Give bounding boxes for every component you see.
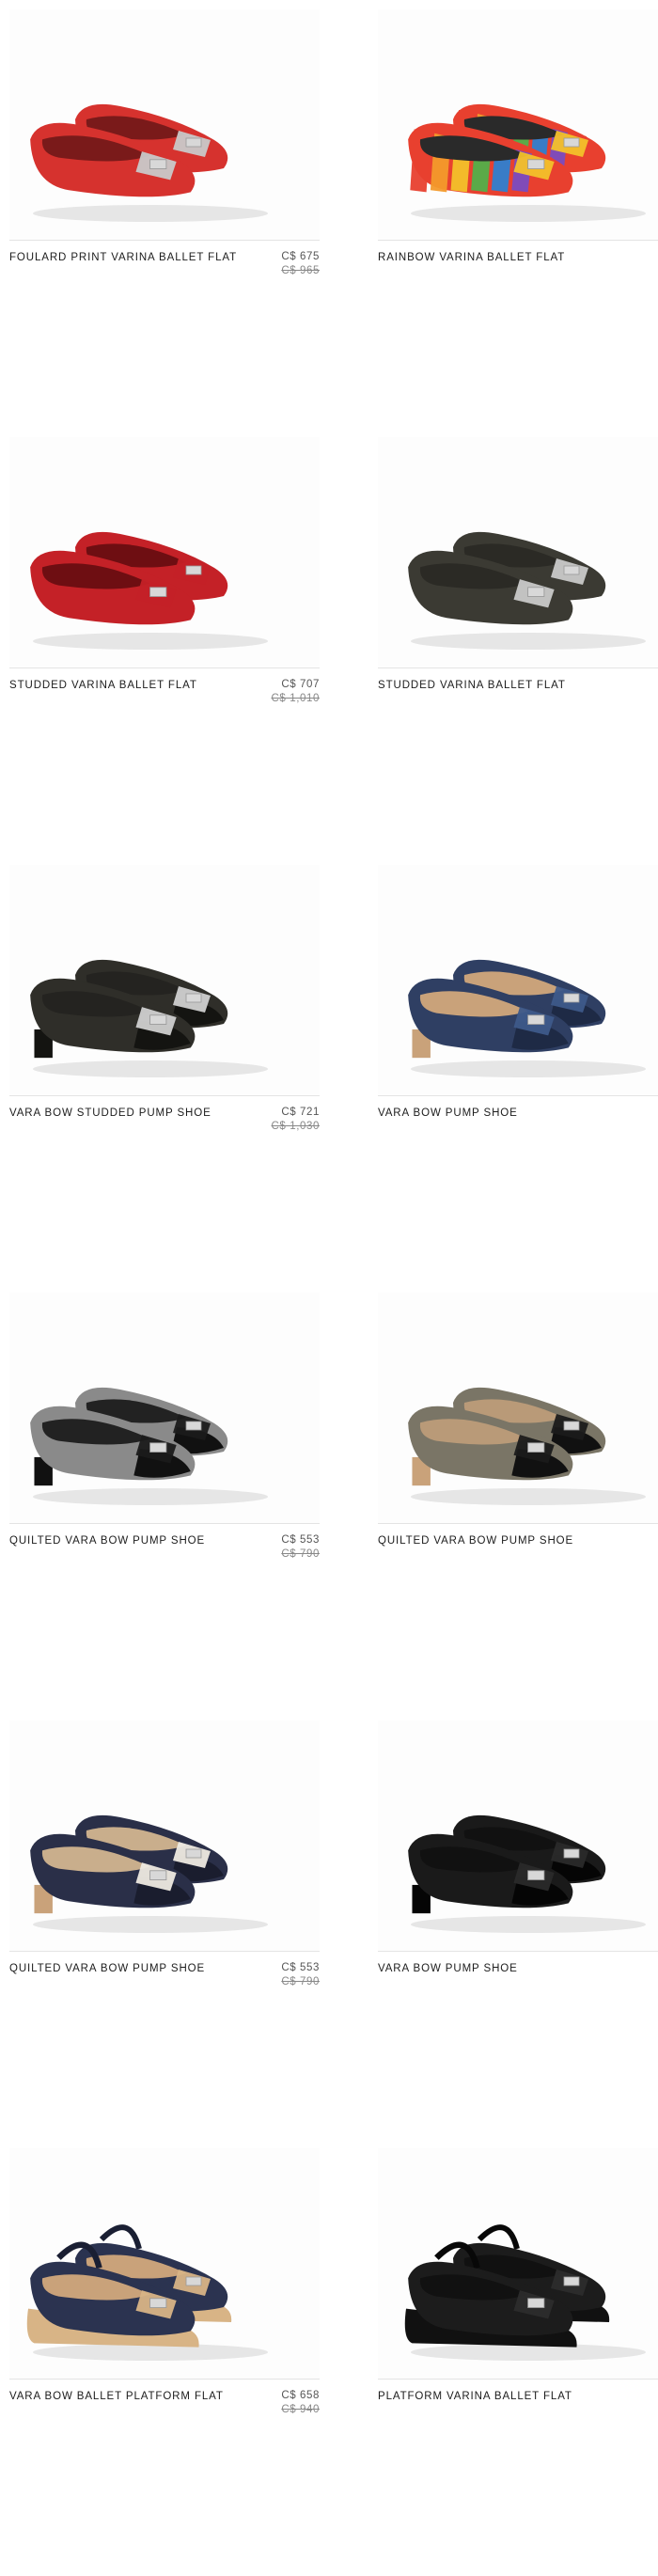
product-name[interactable]: QUILTED VARA BOW PUMP SHOE xyxy=(9,1963,244,1974)
shoe-illustration-icon xyxy=(30,1814,268,1933)
shoe-illustration-icon xyxy=(30,531,268,650)
product-image[interactable] xyxy=(378,1293,658,1523)
product-price: C$ 721 xyxy=(281,1107,320,1118)
product-name[interactable]: FOULARD PRINT VARINA BALLET FLAT xyxy=(9,252,244,263)
product-image[interactable] xyxy=(9,2148,320,2379)
divider xyxy=(378,1951,658,1952)
product-original-price: C$ 790 xyxy=(281,1548,320,1560)
product-card-11[interactable]: VARA BOW BALLET PLATFORM FLAT C$ 658 C$ … xyxy=(9,2148,320,2576)
product-image[interactable] xyxy=(378,437,658,668)
divider xyxy=(378,2379,658,2380)
product-card-1[interactable]: FOULARD PRINT VARINA BALLET FLAT C$ 675 … xyxy=(9,9,320,437)
product-name[interactable]: VARA BOW PUMP SHOE xyxy=(378,1107,613,1119)
product-card-7[interactable]: QUILTED VARA BOW PUMP SHOE C$ 553 C$ 790 xyxy=(9,1293,320,1720)
shoe-illustration-icon xyxy=(408,103,646,222)
divider xyxy=(9,1095,320,1096)
product-card-2[interactable]: RAINBOW VARINA BALLET FLAT C$ 5 C$ 7 xyxy=(378,9,658,437)
product-original-price: C$ 1,030 xyxy=(271,1121,320,1132)
shoe-illustration-icon xyxy=(30,1387,268,1505)
product-name[interactable]: STUDDED VARINA BALLET FLAT xyxy=(378,680,613,691)
product-name[interactable]: VARA BOW BALLET PLATFORM FLAT xyxy=(9,2391,244,2402)
product-card-12[interactable]: PLATFORM VARINA BALLET FLAT C$ 6 xyxy=(378,2148,658,2576)
product-grid: FOULARD PRINT VARINA BALLET FLAT C$ 675 … xyxy=(0,0,658,2415)
product-original-price: C$ 1,010 xyxy=(271,693,320,704)
shoe-illustration-icon xyxy=(30,959,268,1077)
divider xyxy=(9,1951,320,1952)
product-name[interactable]: RAINBOW VARINA BALLET FLAT xyxy=(378,252,613,263)
product-card-5[interactable]: VARA BOW STUDDED PUMP SHOE C$ 721 C$ 1,0… xyxy=(9,865,320,1293)
product-image[interactable] xyxy=(9,437,320,668)
product-price: C$ 658 xyxy=(281,2390,320,2401)
product-image[interactable] xyxy=(378,2148,658,2379)
product-card-4[interactable]: STUDDED VARINA BALLET FLAT C$ 7 C$ 1, xyxy=(378,437,658,865)
product-name[interactable]: QUILTED VARA BOW PUMP SHOE xyxy=(378,1535,613,1547)
product-name[interactable]: PLATFORM VARINA BALLET FLAT xyxy=(378,2391,613,2402)
product-card-10[interactable]: VARA BOW PUMP SHOE C$ 5 C$ 7 xyxy=(378,1720,658,2148)
product-price: C$ 553 xyxy=(281,1962,320,1973)
shoe-illustration-icon xyxy=(408,1814,646,1933)
product-card-6[interactable]: VARA BOW PUMP SHOE C$ 5 C$ 7 xyxy=(378,865,658,1293)
product-image[interactable] xyxy=(9,9,320,240)
product-image[interactable] xyxy=(9,1720,320,1951)
divider xyxy=(9,240,320,241)
product-image[interactable] xyxy=(9,1293,320,1523)
divider xyxy=(378,240,658,241)
product-price: C$ 707 xyxy=(281,679,320,690)
product-card-9[interactable]: QUILTED VARA BOW PUMP SHOE C$ 553 C$ 790 xyxy=(9,1720,320,2148)
divider xyxy=(9,2379,320,2380)
product-name[interactable]: STUDDED VARINA BALLET FLAT xyxy=(9,680,244,691)
product-price: C$ 553 xyxy=(281,1534,320,1546)
shoe-illustration-icon xyxy=(408,531,646,650)
product-original-price: C$ 965 xyxy=(281,265,320,276)
shoe-illustration-icon xyxy=(408,959,646,1077)
product-image[interactable] xyxy=(9,865,320,1095)
divider xyxy=(378,1523,658,1524)
shoe-illustration-icon xyxy=(30,103,268,222)
product-card-8[interactable]: QUILTED VARA BOW PUMP SHOE C$ 5 C$ 7 xyxy=(378,1293,658,1720)
shoe-illustration-icon xyxy=(404,2224,646,2361)
product-image[interactable] xyxy=(378,1720,658,1951)
product-original-price: C$ 790 xyxy=(281,1976,320,1987)
product-image[interactable] xyxy=(378,9,658,240)
product-card-3[interactable]: STUDDED VARINA BALLET FLAT C$ 707 C$ 1,0… xyxy=(9,437,320,865)
shoe-illustration-icon xyxy=(408,1387,646,1505)
product-original-price: C$ 940 xyxy=(281,2404,320,2415)
product-price: C$ 675 xyxy=(281,251,320,262)
divider xyxy=(378,1095,658,1096)
product-name[interactable]: QUILTED VARA BOW PUMP SHOE xyxy=(9,1535,244,1547)
product-image[interactable] xyxy=(378,865,658,1095)
product-name[interactable]: VARA BOW STUDDED PUMP SHOE xyxy=(9,1107,244,1119)
divider xyxy=(9,1523,320,1524)
shoe-illustration-icon xyxy=(26,2224,268,2361)
product-name[interactable]: VARA BOW PUMP SHOE xyxy=(378,1963,613,1974)
